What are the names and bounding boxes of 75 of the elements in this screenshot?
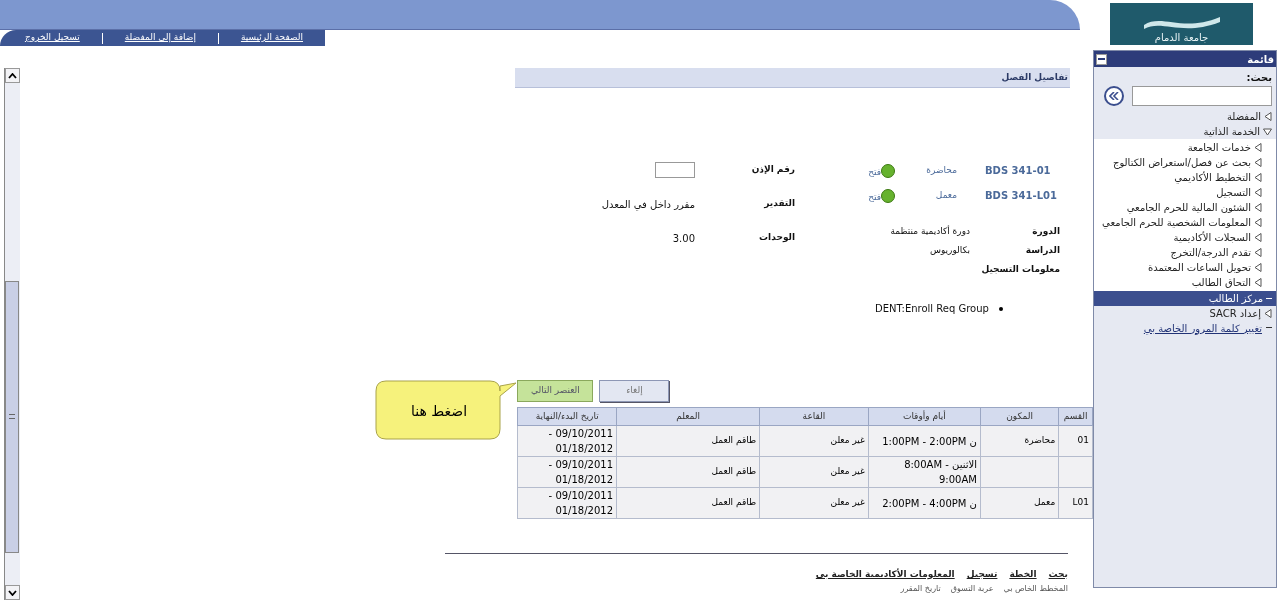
scroll-up-icon[interactable] — [5, 68, 20, 83]
cancel-button[interactable]: إلغاء — [599, 380, 670, 402]
collapsed-triangle-icon — [1264, 112, 1272, 121]
sidebar-link[interactable]: تغيير كلمة المرور الخاصة بي — [1143, 320, 1262, 336]
table-cell: 01 — [1058, 425, 1093, 457]
table-cell: غير معلن — [759, 487, 869, 519]
table-cell: طاقم العمل — [616, 456, 760, 488]
search-field[interactable] — [1132, 86, 1272, 106]
column-header: القسم — [1058, 407, 1093, 426]
footer-link[interactable]: بحث — [1048, 568, 1068, 582]
sidebar-item[interactable]: إعداد SACR — [1094, 306, 1276, 321]
table-cell: L01 — [1058, 487, 1093, 519]
table-cell: محاضرة — [980, 425, 1059, 457]
top-nav-link[interactable]: إضافة إلى المفضلة — [102, 31, 218, 45]
collapse-icon[interactable] — [1096, 53, 1107, 65]
top-nav-link[interactable]: الصفحة الرئيسية — [218, 31, 325, 45]
top-nav-link[interactable]: تسجيل الخروج — [2, 31, 102, 45]
university-logo: جامعة الدمام — [1110, 3, 1253, 45]
permission-number-field[interactable] — [655, 162, 695, 178]
footer-tab[interactable]: تاريخ المقرر — [900, 583, 941, 594]
column-header: القاعة — [759, 407, 869, 426]
collapsed-triangle-icon — [1264, 309, 1272, 318]
bullet-icon — [998, 306, 1003, 311]
table-cell: طاقم العمل — [616, 487, 760, 519]
field-value: مقرر داخل في المعدل — [601, 197, 695, 212]
table-cell: غير معلن — [759, 425, 869, 457]
next-item-button[interactable]: العنصر التالي — [517, 380, 594, 402]
footer-link[interactable]: تسجيل — [966, 568, 998, 582]
field-label: رقم الإذن — [750, 163, 795, 177]
sidebar-item[interactable]: مركز الطالب — [1094, 291, 1276, 306]
column-header: المعلم — [616, 407, 760, 426]
search-label: بحث: — [1245, 71, 1272, 85]
dash-icon — [1266, 297, 1272, 300]
component-label: معمل — [934, 188, 958, 202]
field-label: معلومات التسجيل — [980, 262, 1061, 276]
table-cell: ن 2:00PM - 4:00PM — [868, 487, 981, 519]
field-value: بكالوريوس — [929, 243, 970, 257]
field-value: 3.00 — [672, 231, 695, 246]
status-text: فتح — [868, 165, 881, 179]
footer-link[interactable]: المعلومات الأكاديمية الخاصة بي — [815, 568, 955, 582]
column-header: أيام وأوقات — [868, 407, 981, 426]
scrollbar[interactable] — [4, 68, 20, 600]
column-header: المكون — [980, 407, 1059, 426]
table-cell: 09/10/2011 - 01/18/2012 — [517, 487, 617, 519]
table-cell: ن 1:00PM - 2:00PM — [868, 425, 981, 457]
component-label: محاضرة — [925, 163, 958, 177]
scroll-down-icon[interactable] — [5, 585, 20, 600]
scroll-thumb[interactable] — [5, 280, 19, 553]
dash-icon — [1266, 327, 1272, 329]
table-cell: طاقم العمل — [616, 425, 760, 457]
menu-header: قائمة — [1094, 51, 1276, 67]
field-label: الدورة — [1031, 224, 1061, 239]
field-label: الوحدات — [758, 231, 795, 245]
field-value: دورة أكاديمية منتظمة — [890, 224, 970, 238]
table-cell: غير معلن — [759, 456, 869, 488]
sidebar-item[interactable]: الخدمة الذاتية — [1094, 124, 1276, 139]
search-go-icon[interactable] — [1104, 86, 1124, 106]
table-cell: الاثنين 8:00AM - 9:00AM — [868, 456, 981, 488]
column-header: تاريخ البدء/النهاية — [517, 407, 617, 426]
footer-tab[interactable]: المخطط الخاص بي — [1003, 583, 1068, 594]
status-text: فتح — [868, 190, 881, 204]
field-label: التقدير — [763, 197, 795, 211]
class-code[interactable]: BDS 341-01 — [985, 163, 1070, 178]
requirement-text: DENT:Enroll Req Group — [875, 302, 989, 316]
table-cell: 09/10/2011 - 01/18/2012 — [517, 456, 617, 488]
expanded-triangle-icon — [1263, 127, 1272, 136]
footer-link[interactable]: الخطة — [1009, 568, 1037, 582]
footer-tab[interactable]: عربة التسوق — [950, 583, 994, 594]
class-code[interactable]: BDS 341-L01 — [985, 188, 1070, 203]
section-header: تفاصيل الفصل — [515, 68, 1070, 88]
table-cell: معمل — [980, 487, 1059, 519]
callout-bubble: اضغط هنا — [375, 380, 515, 442]
sidebar-item[interactable]: المفضلة — [1094, 109, 1276, 124]
field-label: الدراسة — [1024, 243, 1061, 258]
table-cell: 09/10/2011 - 01/18/2012 — [517, 425, 617, 457]
